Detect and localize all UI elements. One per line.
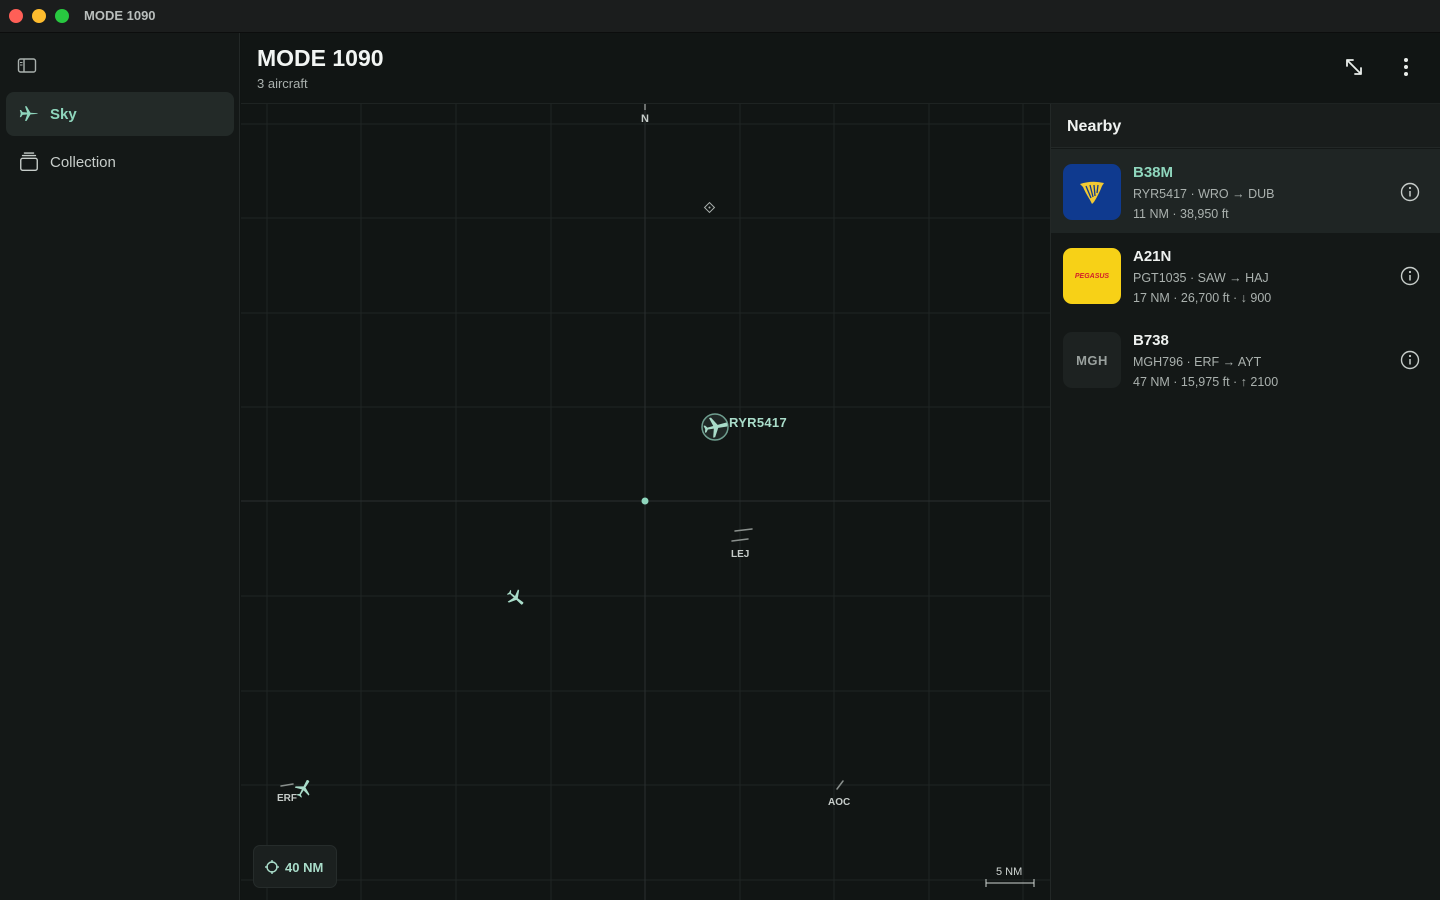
expand-icon[interactable] xyxy=(1342,55,1366,79)
range-button[interactable]: 40 NM xyxy=(253,845,337,888)
aircraft-row[interactable]: MGH B738 MGH796 · ERF → AYT 47 NM · 15,9… xyxy=(1051,317,1440,401)
aircraft-stats: 11 NM · 38,950 ft xyxy=(1133,207,1229,221)
airport-label-lej: LEJ xyxy=(731,549,750,560)
crosshair-icon xyxy=(265,860,279,874)
range-label: 40 NM xyxy=(285,860,324,875)
info-icon[interactable] xyxy=(1399,265,1421,287)
pegasus-logo-text: PEGASUS xyxy=(1074,272,1110,280)
aircraft-route: RYR5417 · WRO → DUB xyxy=(1133,187,1275,201)
info-icon[interactable] xyxy=(1399,349,1421,371)
airport-label-erf: ERF xyxy=(277,793,297,804)
nearby-panel-header: Nearby xyxy=(1051,104,1440,148)
window-maximize-button[interactable] xyxy=(55,9,69,23)
window-minimize-button[interactable] xyxy=(32,9,46,23)
window-title: MODE 1090 xyxy=(84,8,156,23)
sidebar-item-label: Sky xyxy=(50,105,77,123)
map-grid xyxy=(241,104,1050,900)
aircraft-type: B738 xyxy=(1133,332,1169,349)
runway-erf-icon xyxy=(280,783,294,787)
sidebar-item-sky[interactable]: Sky xyxy=(6,92,234,136)
selected-aircraft-callsign[interactable]: RYR5417 xyxy=(729,415,787,430)
nearby-title: Nearby xyxy=(1067,118,1122,135)
more-options-icon[interactable] xyxy=(1394,55,1418,79)
sidebar: Sky Collection xyxy=(0,33,240,900)
header: MODE 1090 3 aircraft xyxy=(241,33,1440,104)
compass-north-label: N xyxy=(641,113,649,125)
aircraft-type: A21N xyxy=(1133,248,1172,265)
aircraft-count: 3 aircraft xyxy=(257,76,308,91)
text-logo: MGH xyxy=(1063,332,1121,388)
title-bar: MODE 1090 xyxy=(0,0,1440,33)
selected-aircraft-icon[interactable] xyxy=(701,413,730,441)
waypoint-icon xyxy=(703,201,716,214)
aircraft-row[interactable]: B38M RYR5417 · WRO → DUB 11 NM · 38,950 … xyxy=(1051,149,1440,233)
aircraft-icon[interactable] xyxy=(503,586,528,610)
pegasus-logo: PEGASUS xyxy=(1063,248,1121,304)
sidebar-toggle-icon[interactable] xyxy=(17,57,39,75)
receiver-location-dot xyxy=(641,497,649,505)
collection-stack-icon xyxy=(20,152,38,171)
runway-lej-icon xyxy=(731,528,753,542)
aircraft-row[interactable]: PEGASUS A21N PGT1035 · SAW → HAJ 17 NM ·… xyxy=(1051,233,1440,317)
sidebar-item-label: Collection xyxy=(50,153,116,171)
aircraft-type: B38M xyxy=(1133,164,1174,181)
window-close-button[interactable] xyxy=(9,9,23,23)
nearby-panel: Nearby B38M RYR5417 · WRO → DUB 11 NM · … xyxy=(1050,104,1440,900)
radar-map[interactable]: N RYR5417 LEJ ERF AOC 40 NM 5 NM xyxy=(241,104,1050,900)
aircraft-route: PGT1035 · SAW → HAJ xyxy=(1133,271,1269,285)
aircraft-stats: 47 NM · 15,975 ft · ↑ 2100 xyxy=(1133,375,1279,389)
airport-label-aoc: AOC xyxy=(828,797,851,808)
page-title: MODE 1090 xyxy=(257,45,384,71)
aircraft-stats: 17 NM · 26,700 ft · ↓ 900 xyxy=(1133,291,1272,305)
airline-code-text: MGH xyxy=(1076,352,1108,368)
ryanair-harp-logo xyxy=(1063,164,1121,220)
scale-label: 5 NM xyxy=(996,866,1023,878)
aircraft-route: MGH796 · ERF → AYT xyxy=(1133,355,1262,369)
airplane-icon xyxy=(19,106,38,121)
sidebar-item-collection[interactable]: Collection xyxy=(6,140,234,184)
info-icon[interactable] xyxy=(1399,181,1421,203)
